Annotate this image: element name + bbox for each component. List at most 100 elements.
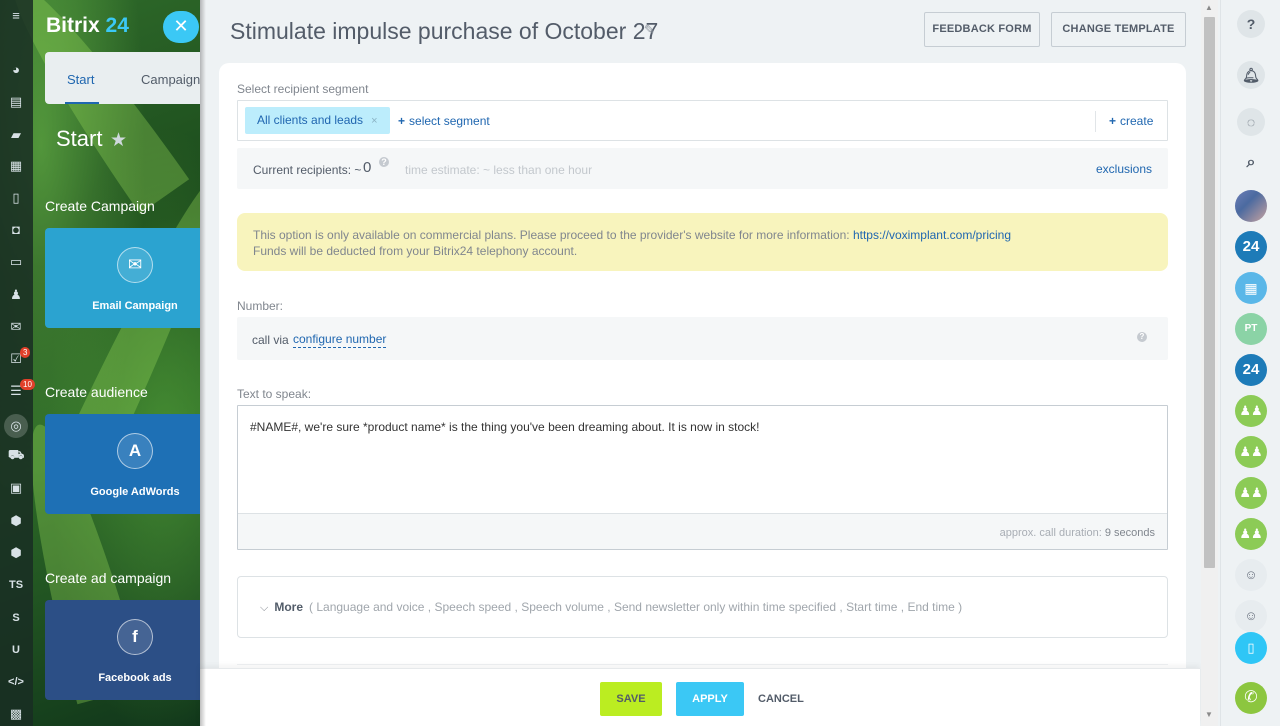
group-avatar-3[interactable]: ♟♟	[1235, 477, 1267, 509]
document-icon[interactable]: ▯	[8, 190, 24, 206]
ts-item[interactable]: TS	[8, 577, 24, 593]
create-segment-link[interactable]: + create	[1109, 114, 1153, 128]
help-icon[interactable]: ?	[1237, 10, 1265, 38]
group-avatar-2[interactable]: ♟♟	[1235, 436, 1267, 468]
contacts-icon[interactable]: ♟	[8, 287, 24, 303]
bitrix24-logo[interactable]: Bitrix 24	[46, 14, 129, 38]
bell-icon[interactable]: 🔔︎	[1237, 61, 1265, 89]
code-icon[interactable]: </>	[8, 674, 24, 690]
star-icon[interactable]: ★	[110, 129, 127, 152]
chat-icon[interactable]: ▰	[8, 127, 24, 143]
time-estimate: time estimate: ~ less than one hour	[405, 163, 593, 177]
person-avatar-1[interactable]: ☺	[1235, 559, 1267, 591]
warning-banner: This option is only available on commerc…	[237, 213, 1168, 271]
form-card: Select recipient segment All clients and…	[219, 63, 1186, 683]
tts-label: Text to speak:	[237, 387, 312, 401]
more-options[interactable]: ⌵ More( Language and voice , Speech speed…	[237, 576, 1168, 638]
divider	[1095, 111, 1096, 132]
slider-shadow	[200, 0, 206, 726]
mobile-icon[interactable]: ▯	[1235, 632, 1267, 664]
section-create-ad-campaign: Create ad campaign	[45, 570, 172, 586]
chevron-down-icon: ⌵	[260, 602, 269, 614]
pricing-link[interactable]: https://voximplant.com/pricing	[853, 228, 1011, 242]
pencil-icon[interactable]: ✎	[644, 22, 655, 38]
select-segment-link[interactable]: + select segment	[398, 114, 490, 128]
mail-icon[interactable]: ✉	[8, 319, 24, 335]
pt-avatar[interactable]: PT	[1235, 313, 1267, 345]
google-adwords-card[interactable]: A Google AdWords	[45, 414, 205, 514]
scroll-up-icon[interactable]: ▲	[1205, 3, 1213, 12]
apps-icon[interactable]: ▩	[8, 706, 24, 722]
text-to-speak-value: #NAME#, we're sure *product name* is the…	[250, 420, 760, 434]
segment-chip[interactable]: All clients and leads ×	[245, 107, 390, 134]
box-icon[interactable]: ⬢	[8, 513, 24, 529]
configure-number-link[interactable]: configure number	[293, 332, 387, 348]
phone-icon[interactable]: ✆	[1235, 682, 1267, 714]
call-duration-value: 9 seconds	[1104, 527, 1155, 539]
cube-icon[interactable]: ⬢	[8, 545, 24, 561]
call-duration-label: approx. call duration:	[999, 527, 1102, 539]
save-button[interactable]: SAVE	[600, 682, 662, 716]
facebook-icon: f	[117, 619, 153, 655]
left-icon-bar: ≡ ◕ ▤ ▰ ▦ ▯ ◘ ▭ ♟ ✉ ☑ 3 ☰ 10 ◎ ⛟ ▣ ⬢ ⬢ T…	[0, 0, 35, 726]
google-adwords-icon: A	[117, 433, 153, 469]
bitrix24-avatar-2[interactable]: 24	[1235, 354, 1267, 386]
search-icon[interactable]: ⌕	[1235, 147, 1267, 179]
section-create-audience: Create audience	[45, 384, 148, 400]
calendar-avatar[interactable]: ▦	[1235, 272, 1267, 304]
text-to-speak-textarea[interactable]: #NAME#, we're sure *product name* is the…	[237, 405, 1168, 550]
cancel-button[interactable]: CANCEL	[758, 682, 804, 716]
segment-selector: All clients and leads × + select segment +…	[237, 100, 1168, 141]
facebook-ads-label: Facebook ads	[98, 672, 172, 684]
tab-campaign[interactable]: Campaign	[141, 72, 200, 87]
scrollbar-thumb[interactable]	[1204, 17, 1215, 568]
activity-icon[interactable]: ◕	[8, 62, 24, 78]
tab-start[interactable]: Start	[67, 72, 94, 87]
number-label: Number:	[237, 299, 284, 313]
group-avatar-1[interactable]: ♟♟	[1235, 395, 1267, 427]
email-campaign-card[interactable]: ✉ Email Campaign	[45, 228, 205, 328]
logo-number: 24	[99, 14, 129, 37]
exclusions-link[interactable]: exclusions	[1096, 162, 1152, 176]
tab-start-underline	[65, 102, 99, 104]
more-open-paren: (	[309, 600, 314, 614]
more-item: Send newsletter only within time specifi…	[613, 600, 837, 614]
change-template-button[interactable]: CHANGE TEMPLATE	[1051, 12, 1186, 47]
tts-footer: approx. call duration: 9 seconds	[238, 513, 1167, 549]
chat-icon[interactable]: ◌	[1237, 108, 1265, 136]
close-icon[interactable]: ✕	[163, 11, 199, 43]
s-item[interactable]: S	[8, 610, 24, 626]
right-sidebar: ? 🔔︎ ◌ ⌕ 24 ▦ PT 24 ♟♟ ♟♟ ♟♟ ♟♟ ☺ ☺ ▯ ✆	[1220, 0, 1280, 726]
logo-text: Bitrix	[46, 14, 100, 37]
plus-icon: +	[398, 114, 406, 128]
background-tabs: Start Campaign	[45, 52, 205, 104]
group-avatar-4[interactable]: ♟♟	[1235, 518, 1267, 550]
more-label: More	[274, 600, 304, 614]
page-title: Stimulate impulse purchase of October 27	[230, 18, 659, 44]
scrollbar[interactable]: ▲ ▼	[1201, 0, 1218, 726]
user-avatar[interactable]	[1235, 190, 1267, 222]
u-item[interactable]: U	[8, 642, 24, 658]
robot-icon[interactable]: ◘	[8, 222, 24, 238]
card-icon[interactable]: ▣	[8, 480, 24, 496]
more-item: Start time	[846, 600, 898, 614]
warning-text-2: Funds will be deducted from your Bitrix2…	[253, 244, 578, 258]
apply-button[interactable]: APPLY	[676, 682, 744, 716]
scroll-down-icon[interactable]: ▼	[1205, 710, 1213, 719]
drive-icon[interactable]: ▭	[8, 254, 24, 270]
facebook-ads-card[interactable]: f Facebook ads	[45, 600, 205, 700]
help-icon[interactable]: ?	[1137, 332, 1147, 342]
remove-icon[interactable]: ×	[371, 115, 377, 127]
feedback-form-button[interactable]: FEEDBACK FORM	[924, 12, 1040, 47]
bitrix24-avatar[interactable]: 24	[1235, 231, 1267, 263]
section-create-campaign: Create Campaign	[45, 198, 155, 214]
marketing-icon[interactable]: ◎	[4, 414, 28, 438]
feed-icon[interactable]: ▤	[8, 94, 24, 110]
call-via-label: call via	[252, 333, 289, 347]
menu-icon[interactable]: ≡	[8, 8, 24, 24]
segment-chip-label: All clients and leads	[257, 113, 364, 127]
shop-icon[interactable]: ⛟	[8, 447, 24, 463]
calendar-icon[interactable]: ▦	[8, 158, 24, 174]
help-icon[interactable]: ?	[379, 157, 389, 167]
person-avatar-2[interactable]: ☺	[1235, 600, 1267, 632]
